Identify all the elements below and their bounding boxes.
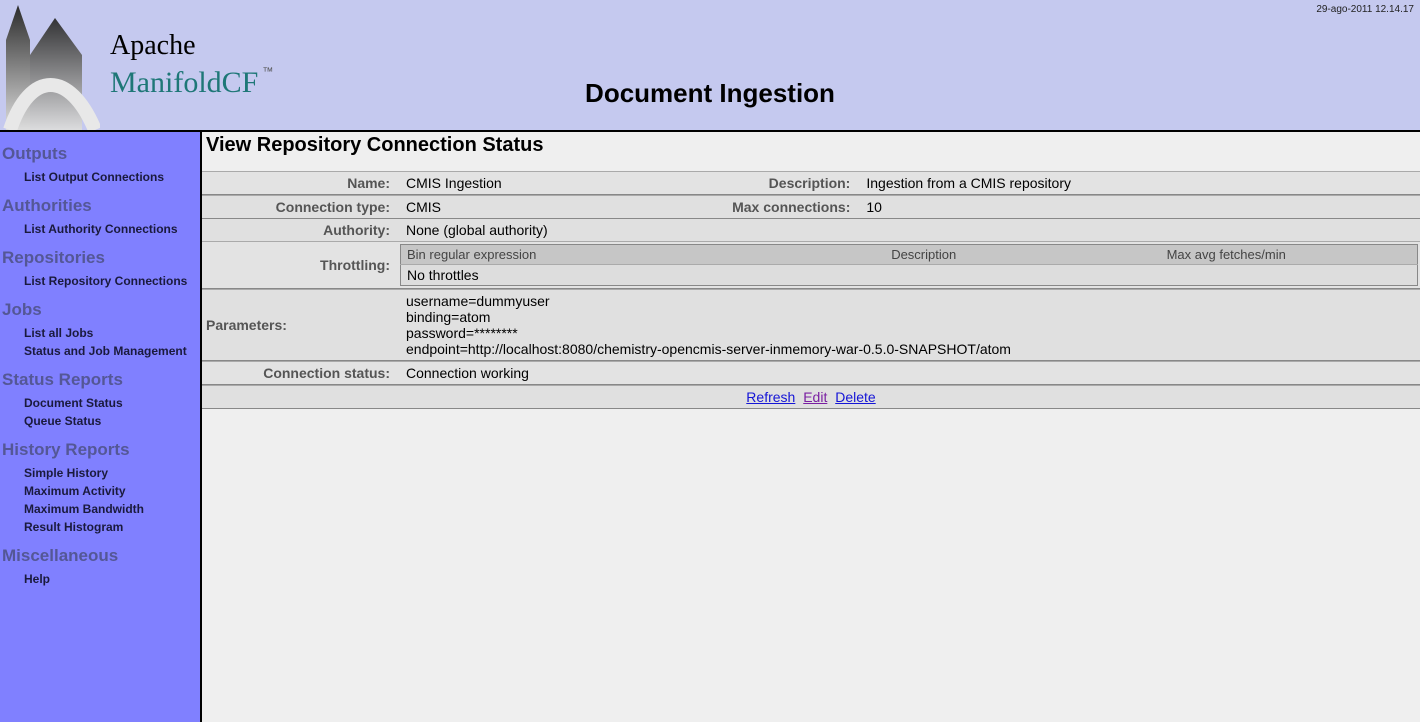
nav-item[interactable]: List Authority Connections (24, 220, 200, 238)
nav-item[interactable]: Document Status (24, 394, 200, 412)
nav-item[interactable]: Maximum Bandwidth (24, 500, 200, 518)
trademark: ™ (262, 66, 273, 78)
nav-item[interactable]: Queue Status (24, 412, 200, 430)
throttle-table: Bin regular expression Description Max a… (400, 244, 1418, 286)
app-header: Apache ManifoldCF™ 29-ago-2011 12.14.17 … (0, 0, 1420, 132)
label-parameters: Parameters: (202, 289, 398, 361)
nav-heading: Outputs (2, 144, 200, 164)
label-connection-type: Connection type: (202, 195, 398, 219)
throttle-col-max: Max avg fetches/min (1035, 245, 1417, 265)
nav-heading: History Reports (2, 440, 200, 460)
nav-item[interactable]: Help (24, 570, 200, 588)
throttle-col-desc: Description (812, 245, 1035, 265)
value-connection-type: CMIS (398, 195, 682, 219)
main-content: View Repository Connection Status Name: … (202, 132, 1420, 722)
sidebar: Outputs List Output Connections Authoritie… (0, 132, 202, 722)
nav-item[interactable]: List Repository Connections (24, 272, 200, 290)
logo (0, 0, 100, 130)
nav-item[interactable]: List Output Connections (24, 168, 200, 186)
value-authority: None (global authority) (398, 219, 1420, 241)
connection-details-table: Name: CMIS Ingestion Description: Ingest… (202, 171, 1420, 409)
nav-item[interactable]: Simple History (24, 464, 200, 482)
page-title: Document Ingestion (0, 78, 1420, 109)
nav-item[interactable]: List all Jobs (24, 324, 200, 342)
value-connection-status: Connection working (398, 361, 1420, 385)
label-name: Name: (202, 171, 398, 195)
throttle-empty: No throttles (401, 265, 1418, 286)
value-max-connections: 10 (858, 195, 1420, 219)
nav-item[interactable]: Maximum Activity (24, 482, 200, 500)
timestamp: 29-ago-2011 12.14.17 (1316, 4, 1414, 15)
label-max-connections: Max connections: (682, 195, 858, 219)
label-connection-status: Connection status: (202, 361, 398, 385)
value-parameters: username=dummyuser binding=atom password… (398, 289, 1420, 361)
value-name: CMIS Ingestion (398, 171, 682, 195)
value-description: Ingestion from a CMIS repository (858, 171, 1420, 195)
brand-line1: Apache (110, 32, 273, 60)
nav-heading: Jobs (2, 300, 200, 320)
throttle-col-bin: Bin regular expression (401, 245, 812, 265)
edit-link[interactable]: Edit (803, 389, 827, 405)
label-description: Description: (682, 171, 858, 195)
label-throttling: Throttling: (202, 241, 398, 289)
action-bar: Refresh Edit Delete (202, 385, 1420, 409)
refresh-link[interactable]: Refresh (746, 389, 795, 405)
nav-heading: Status Reports (2, 370, 200, 390)
nav-heading: Authorities (2, 196, 200, 216)
nav-item[interactable]: Result Histogram (24, 518, 200, 536)
label-authority: Authority: (202, 219, 398, 241)
nav-heading: Miscellaneous (2, 546, 200, 566)
view-title: View Repository Connection Status (206, 134, 1420, 157)
nav-item[interactable]: Status and Job Management (24, 342, 200, 360)
nav-heading: Repositories (2, 248, 200, 268)
delete-link[interactable]: Delete (835, 389, 875, 405)
